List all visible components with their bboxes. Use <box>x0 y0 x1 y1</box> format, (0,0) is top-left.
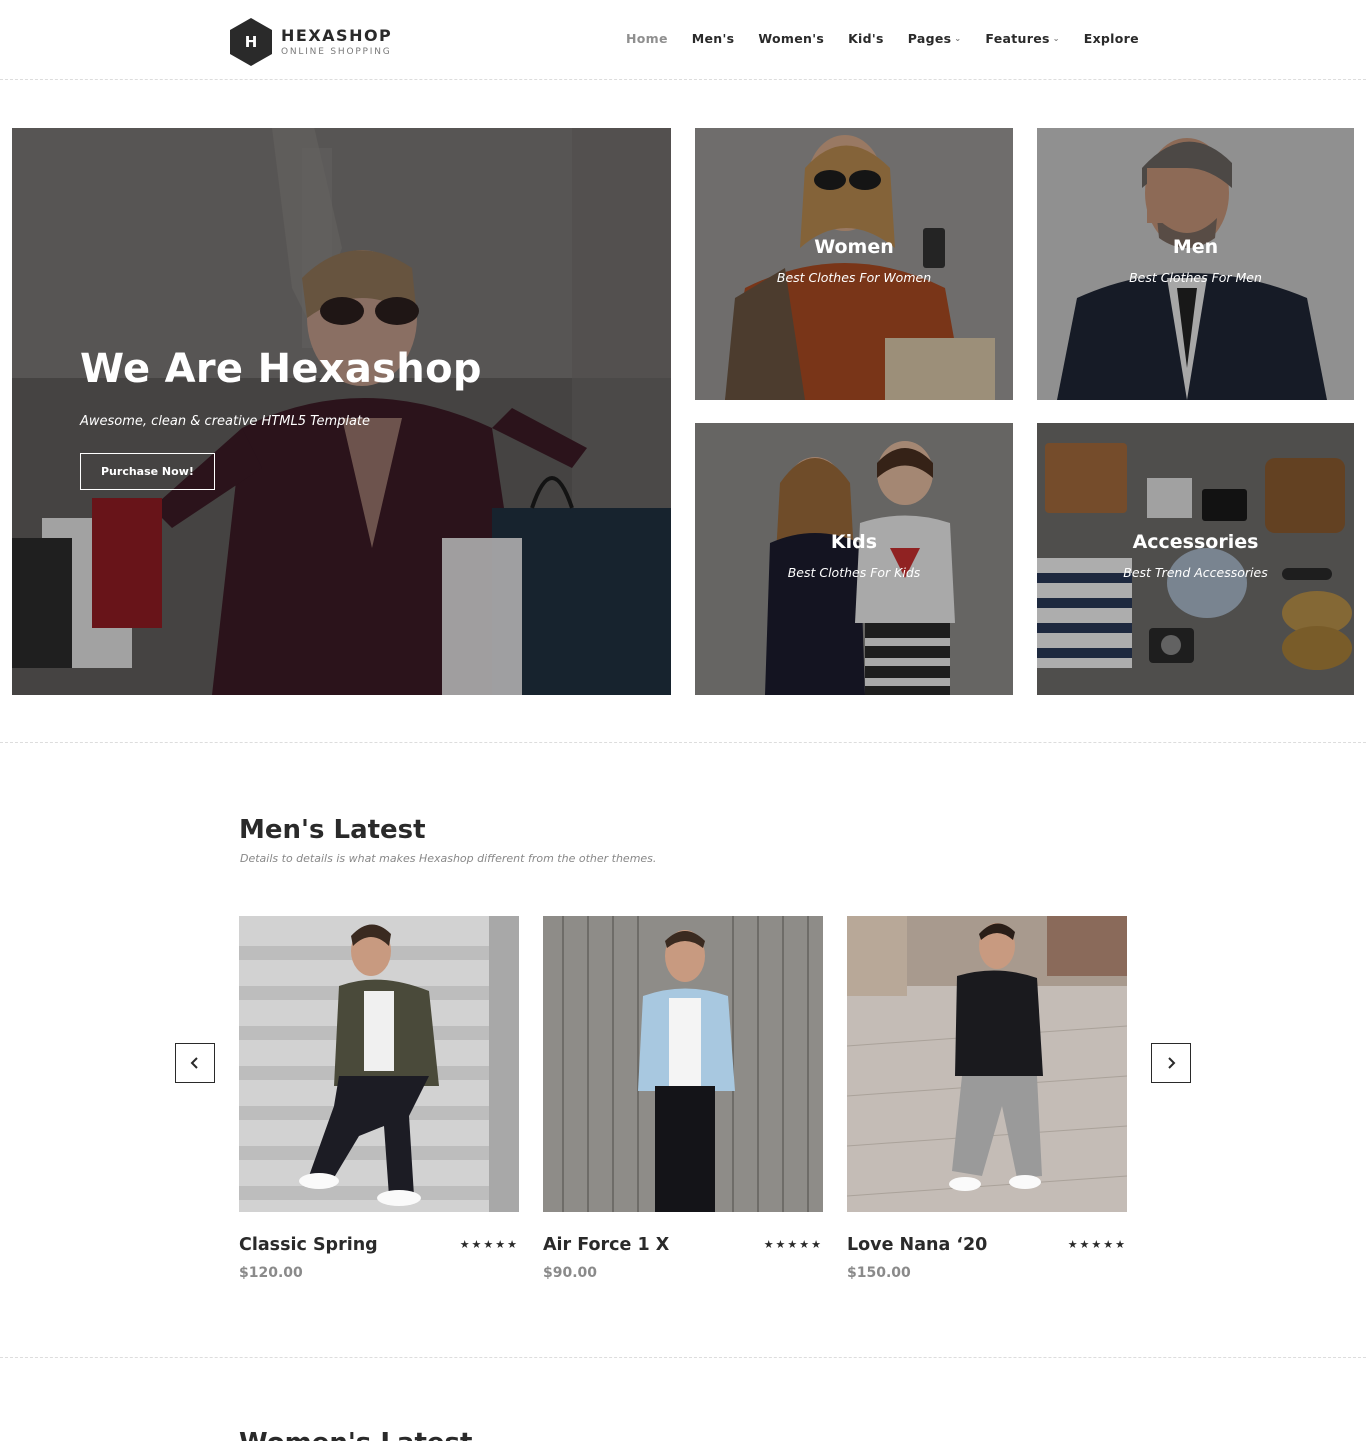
nav-mens-label: Men's <box>691 31 735 46</box>
product-price: $120.00 <box>239 1265 303 1281</box>
hero-title: We Are Hexashop <box>80 346 482 392</box>
category-title: Men <box>1172 236 1219 258</box>
nav-womens[interactable]: Women's <box>758 31 824 46</box>
accessories-text: Accessories Best Trend Accessories <box>1037 531 1354 580</box>
purchase-now-button[interactable]: Purchase Now! <box>80 453 215 490</box>
chevron-right-icon <box>1168 1057 1176 1069</box>
product-card[interactable]: Classic Spring ★★★★★ $120.00 <box>239 916 519 1281</box>
mens-latest-subtitle: Details to details is what makes Hexasho… <box>240 852 657 865</box>
product-name[interactable]: Classic Spring <box>239 1235 378 1255</box>
category-women[interactable]: Women Best Clothes For Women <box>695 128 1013 400</box>
product-card[interactable]: Air Force 1 X ★★★★★ $90.00 <box>543 916 823 1281</box>
chevron-left-icon <box>190 1057 198 1069</box>
womens-latest-title: Women's Latest <box>239 1428 472 1441</box>
category-subtitle: Best Clothes For Kids <box>787 565 921 580</box>
site-header: H HEXASHOP ONLINE SHOPPING Home Men's Wo… <box>0 0 1366 80</box>
category-title: Kids <box>830 531 878 553</box>
nav-features-label: Features <box>985 31 1050 46</box>
star-rating: ★★★★★ <box>763 1238 823 1251</box>
category-kids[interactable]: Kids Best Clothes For Kids <box>695 423 1013 695</box>
nav-pages-label: Pages <box>907 31 952 46</box>
category-title: Women <box>814 236 894 258</box>
hero-content: We Are Hexashop Awesome, clean & creativ… <box>80 346 482 490</box>
kids-text: Kids Best Clothes For Kids <box>695 531 1013 580</box>
product-image[interactable] <box>543 916 823 1212</box>
category-subtitle: Best Clothes For Women <box>776 270 932 285</box>
nav-features[interactable]: Features ⌄ <box>985 31 1059 46</box>
section-divider <box>0 1357 1366 1358</box>
carousel-prev-button[interactable] <box>175 1043 215 1083</box>
brand-name: HEXASHOP <box>281 26 393 45</box>
category-subtitle: Best Clothes For Men <box>1129 270 1262 285</box>
category-men[interactable]: Men Best Clothes For Men <box>1037 128 1354 400</box>
nav-pages[interactable]: Pages ⌄ <box>908 31 962 46</box>
category-subtitle: Best Trend Accessories <box>1123 565 1268 580</box>
logo[interactable]: H HEXASHOP ONLINE SHOPPING <box>230 18 392 66</box>
product-card[interactable]: Love Nana ‘20 ★★★★★ $150.00 <box>847 916 1127 1281</box>
product-name[interactable]: Love Nana ‘20 <box>847 1235 987 1255</box>
nav-home[interactable]: Home <box>626 31 668 46</box>
logo-text: HEXASHOP ONLINE SHOPPING <box>281 26 393 58</box>
nav-kids-label: Kid's <box>848 31 884 46</box>
chevron-down-icon: ⌄ <box>1052 34 1060 43</box>
nav-explore[interactable]: Explore <box>1084 31 1139 46</box>
product-image[interactable] <box>847 916 1127 1212</box>
carousel-next-button[interactable] <box>1151 1043 1191 1083</box>
main-nav: Home Men's Women's Kid's Pages ⌄ Features… <box>626 31 1163 46</box>
women-text: Women Best Clothes For Women <box>695 236 1013 285</box>
brand-tagline: ONLINE SHOPPING <box>281 47 392 57</box>
product-price: $90.00 <box>543 1265 598 1281</box>
star-rating: ★★★★★ <box>459 1238 519 1251</box>
logo-hexagon-icon: H <box>230 18 272 66</box>
hero-banner: We Are Hexashop Awesome, clean & creativ… <box>12 128 671 695</box>
product-name[interactable]: Air Force 1 X <box>543 1235 669 1255</box>
star-rating: ★★★★★ <box>1067 1238 1127 1251</box>
nav-home-label: Home <box>626 31 668 46</box>
nav-mens[interactable]: Men's <box>692 31 735 46</box>
chevron-down-icon: ⌄ <box>954 34 962 43</box>
product-image[interactable] <box>239 916 519 1212</box>
nav-kids[interactable]: Kid's <box>848 31 884 46</box>
mens-latest-title: Men's Latest <box>239 815 426 845</box>
nav-explore-label: Explore <box>1083 31 1139 46</box>
men-text: Men Best Clothes For Men <box>1037 236 1354 285</box>
category-accessories[interactable]: Accessories Best Trend Accessories <box>1037 423 1354 695</box>
section-divider <box>0 742 1366 743</box>
hero-subtitle: Awesome, clean & creative HTML5 Template <box>80 414 371 429</box>
product-price: $150.00 <box>847 1265 911 1281</box>
category-title: Accessories <box>1132 531 1259 553</box>
nav-womens-label: Women's <box>758 31 825 46</box>
